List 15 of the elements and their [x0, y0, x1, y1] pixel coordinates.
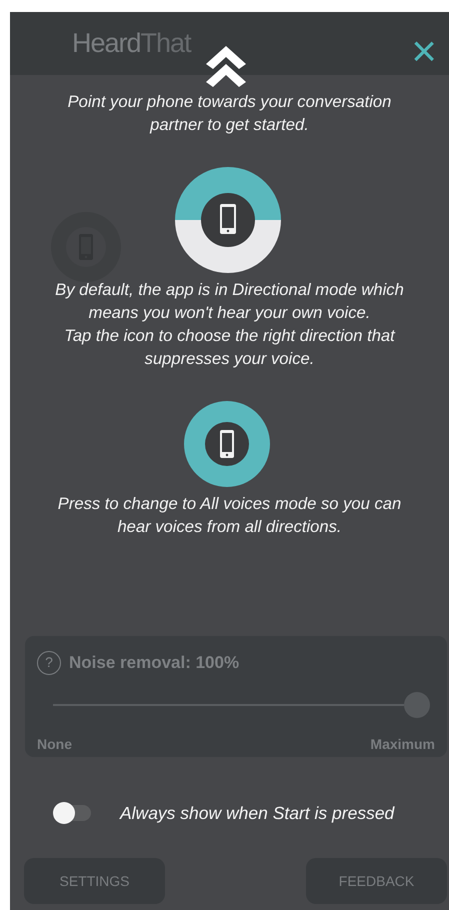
slider-thumb[interactable] — [404, 692, 430, 718]
min-label: None — [37, 734, 72, 754]
hint-text: Press to change to All voices mode so you can hear voices from all directions. — [56, 493, 402, 538]
hint-text: Point your phone towards your conversation partner to get started. — [66, 91, 392, 136]
all-voices-dial-icon[interactable] — [182, 400, 270, 488]
hint-text: By default, the app is in Directional mode which means you won't hear your own voice. Tap the icon to choose the right direction that suppresses your voice. — [54, 279, 405, 370]
max-label: Maximum — [370, 734, 435, 754]
app-button[interactable]: SETTINGS — [24, 858, 165, 904]
help-icon[interactable]: ? — [37, 650, 61, 675]
app-button[interactable]: FEEDBACK — [306, 858, 447, 904]
close-button[interactable]: × — [409, 30, 439, 74]
toggle-switch[interactable] — [55, 804, 91, 821]
direction-dial-icon[interactable] — [174, 166, 282, 274]
always-show-label: Always show when Start is pressed — [120, 802, 394, 825]
noise-removal-label: Noise removal: 100% — [69, 652, 240, 674]
